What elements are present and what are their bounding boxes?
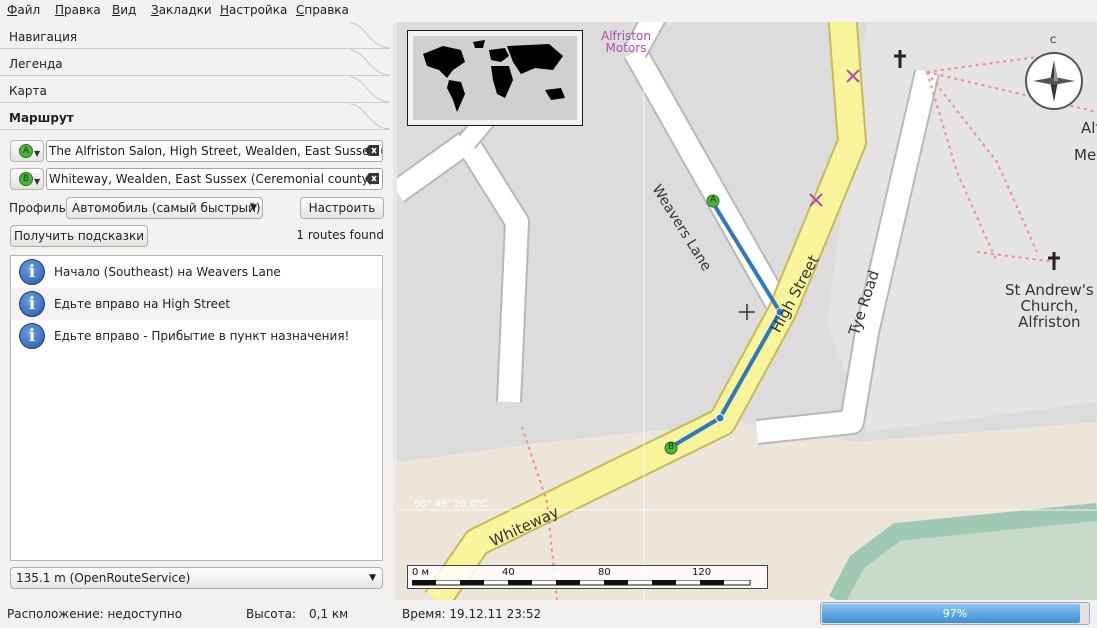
section-route-label: Маршрут	[9, 111, 74, 125]
menu-bar: Файл Правка Вид Закладки Настройка Справ…	[0, 0, 1097, 22]
instruction-item[interactable]: i Начало (Southeast) на Weavers Lane	[11, 256, 382, 288]
scale-ruler	[412, 580, 751, 586]
section-navigation-label: Навигация	[9, 30, 78, 44]
scale-label: 80	[598, 567, 611, 578]
download-progress-bar: 97%	[820, 602, 1090, 625]
section-map-label: Карта	[9, 84, 47, 98]
end-address-value: Whiteway, Wealden, East Sussex (Ceremoni…	[49, 172, 383, 186]
tab-curve-icon	[350, 49, 390, 76]
chevron-down-icon: ▼	[369, 573, 376, 583]
profile-label: Профиль	[9, 201, 66, 215]
route-select[interactable]: 135.1 m (OpenRouteService) ▼	[10, 567, 383, 589]
map-label-alfriston-motors: Alfriston Motors	[601, 30, 651, 54]
end-location-button[interactable]: B ▼	[10, 168, 44, 190]
clear-end-icon[interactable]	[365, 173, 379, 184]
start-address-input[interactable]: The Alfriston Salon, High Street, Wealde…	[46, 140, 383, 162]
section-legend[interactable]: Легенда	[0, 49, 390, 76]
start-address-row: A ▼ The Alfriston Salon, High Street, We…	[10, 140, 383, 162]
instruction-text: Едьте вправо на High Street	[54, 297, 231, 311]
map-label-church: St Andrew's Church, Alfriston	[1005, 282, 1094, 330]
marker-a-icon: A	[19, 144, 33, 158]
scale-label: 40	[502, 567, 515, 578]
chevron-down-icon: ▼	[250, 203, 257, 213]
overview-world-map[interactable]	[407, 30, 583, 126]
info-icon: i	[19, 291, 45, 317]
start-location-button[interactable]: A ▼	[10, 140, 44, 162]
instruction-item[interactable]: i Едьте вправо на High Street	[11, 288, 382, 320]
marker-b-label: B	[668, 442, 675, 452]
info-icon: i	[19, 323, 45, 349]
instructions-list: i Начало (Southeast) на Weavers Lane i Е…	[10, 255, 383, 561]
map-view[interactable]: Alfriston Motors Weavers Lane High Stree…	[397, 22, 1097, 600]
configure-button[interactable]: Настроить	[300, 197, 384, 219]
menu-settings[interactable]: Настройка	[220, 3, 287, 17]
routes-found-text: 1 routes found	[296, 228, 384, 242]
map-label-line: Motors	[605, 41, 647, 55]
compass-north-label: С	[1050, 36, 1057, 46]
menu-file[interactable]: Файл	[7, 3, 40, 17]
instruction-item[interactable]: i Едьте вправо - Прибытие в пункт назнач…	[11, 320, 382, 352]
map-label-line: Alfriston	[1018, 313, 1081, 331]
menu-view[interactable]: Вид	[112, 3, 136, 17]
tab-curve-icon	[350, 76, 390, 103]
scale-bar: 0 м 40 80 120	[407, 565, 768, 589]
clear-start-icon[interactable]	[365, 145, 379, 156]
scale-label: 120	[692, 567, 712, 578]
section-legend-label: Легенда	[9, 57, 63, 71]
tab-curve-icon	[350, 22, 390, 49]
scale-label: 0 м	[412, 567, 430, 578]
marker-a-label: A	[710, 195, 717, 205]
get-hints-button[interactable]: Получить подсказки	[10, 225, 148, 247]
menu-bookmarks[interactable]: Закладки	[151, 3, 212, 17]
section-route[interactable]: Маршрут	[0, 103, 390, 130]
tab-curve-icon	[350, 103, 390, 130]
profile-select[interactable]: Автомобиль (самый быстрый) ▼	[66, 197, 263, 219]
end-address-row: B ▼ Whiteway, Wealden, East Sussex (Cere…	[10, 168, 383, 190]
instruction-text: Едьте вправо - Прибытие в пункт назначен…	[54, 329, 350, 343]
marker-b-icon: B	[19, 172, 33, 186]
chevron-down-icon: ▼	[34, 149, 41, 158]
compass-icon[interactable]	[1023, 48, 1085, 110]
menu-edit[interactable]: Правка	[55, 3, 101, 17]
end-address-input[interactable]: Whiteway, Wealden, East Sussex (Ceremoni…	[46, 168, 383, 190]
world-map-icon	[423, 40, 565, 112]
map-label-alf: Alf	[1081, 119, 1097, 137]
status-bar: Расположение: недоступно Высота: 0,1 км …	[0, 600, 1097, 628]
instruction-text: Начало (Southeast) на Weavers Lane	[54, 265, 281, 279]
section-navigation[interactable]: Навигация	[0, 22, 390, 49]
profile-value: Автомобиль (самый быстрый)	[72, 201, 261, 215]
chevron-down-icon: ▼	[34, 177, 41, 186]
status-altitude-label: Высота:	[246, 607, 297, 621]
route-select-value: 135.1 m (OpenRouteService)	[16, 571, 191, 585]
start-address-value: The Alfriston Salon, High Street, Wealde…	[49, 144, 383, 158]
progress-label: 97%	[942, 607, 968, 620]
section-map[interactable]: Карта	[0, 76, 390, 103]
menu-help[interactable]: Справка	[296, 3, 349, 17]
status-time: Время: 19.12.11 23:52	[402, 607, 542, 621]
info-icon: i	[19, 259, 45, 285]
status-altitude-value: 0,1 км	[309, 607, 349, 621]
latitude-label: 50° 48' 20,0"С	[414, 499, 488, 510]
status-location: Расположение: недоступно	[7, 607, 183, 621]
side-panel: Навигация Легенда Карта Маршрут A ▼ The …	[0, 22, 393, 600]
map-label-me: Me	[1074, 146, 1097, 164]
overview-inner	[413, 36, 577, 120]
